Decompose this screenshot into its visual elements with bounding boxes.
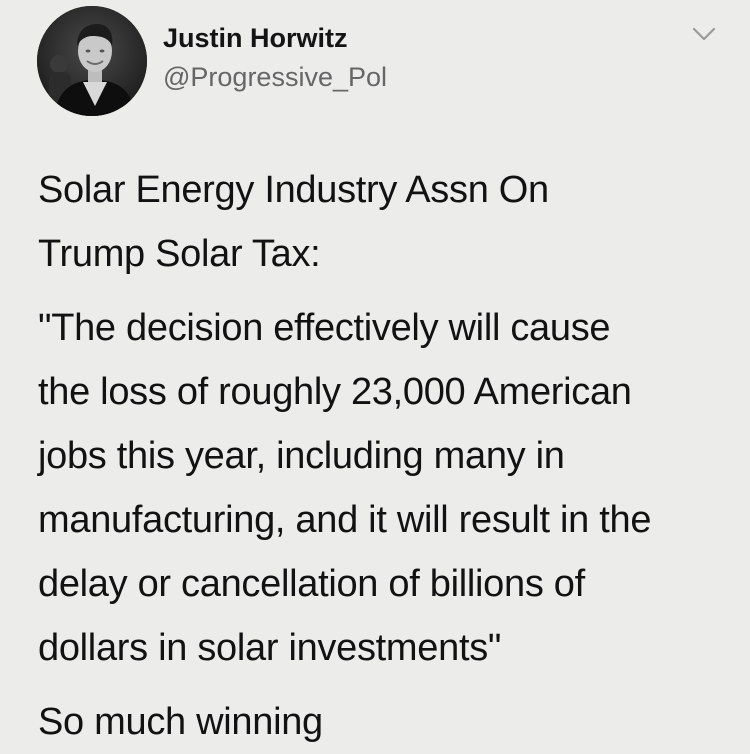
tweet-card: Justin Horwitz @Progressive_Pol Solar En… bbox=[0, 0, 750, 750]
avatar[interactable] bbox=[37, 6, 147, 116]
tweet-paragraph-quote: "The decision effectively will cause the… bbox=[38, 307, 652, 669]
tweet-paragraph-comment: So much winning bbox=[38, 701, 323, 743]
tweet-paragraph-headline: Solar Energy Industry Assn On Trump Sola… bbox=[38, 169, 549, 275]
tweet-text: Solar Energy Industry Assn On Trump Sola… bbox=[38, 158, 738, 754]
profile-photo bbox=[37, 6, 147, 116]
author-display-name[interactable]: Justin Horwitz bbox=[163, 22, 348, 54]
author-handle[interactable]: @Progressive_Pol bbox=[163, 61, 387, 93]
chevron-down-icon[interactable] bbox=[690, 24, 718, 44]
